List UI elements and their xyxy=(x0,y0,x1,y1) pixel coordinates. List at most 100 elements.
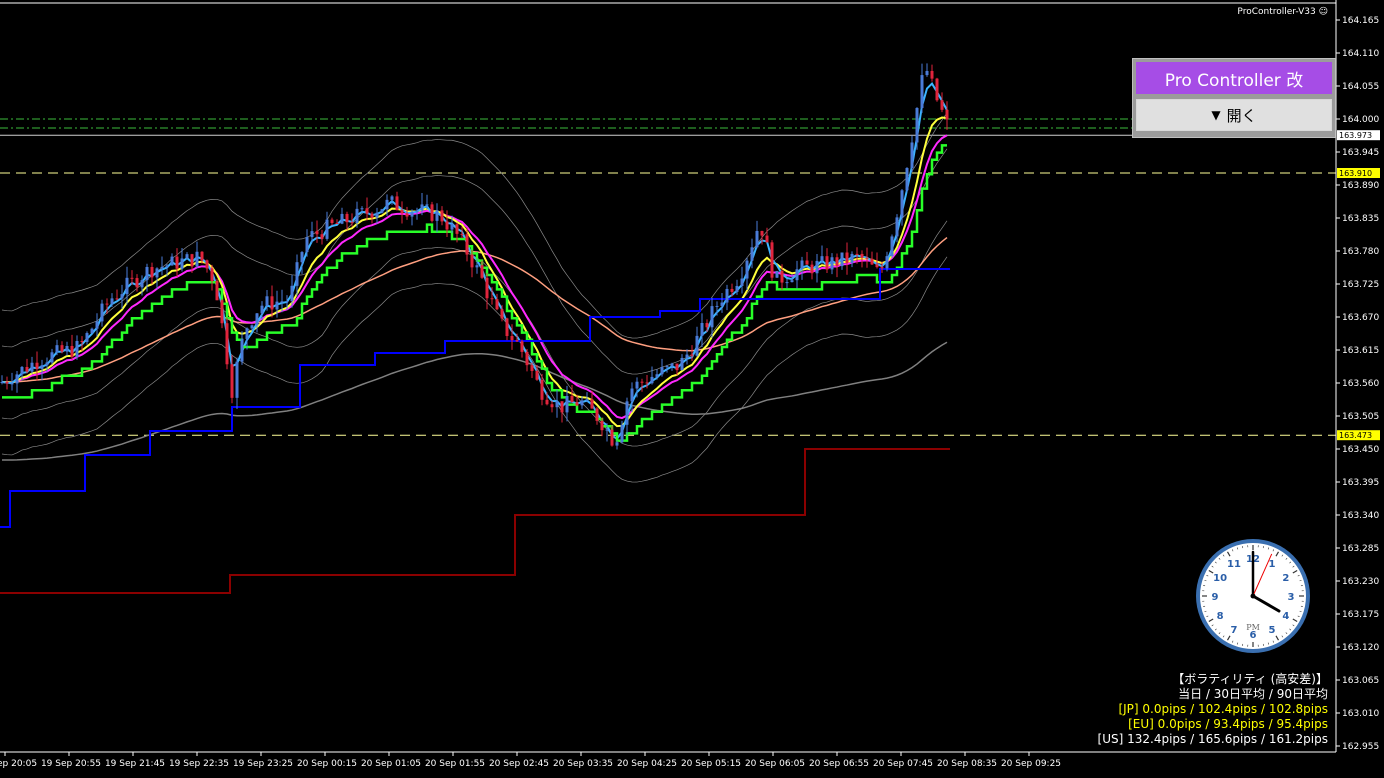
candle-body xyxy=(75,340,79,357)
candle-body xyxy=(690,354,694,356)
candle-body xyxy=(360,208,364,210)
candle-body xyxy=(445,221,449,230)
candle-body xyxy=(595,408,599,421)
price-tick-label: 163.120 xyxy=(1342,643,1379,653)
candle-body xyxy=(845,252,849,263)
candle-body xyxy=(300,252,304,263)
price-tick-label: 163.450 xyxy=(1342,445,1379,455)
pro-controller-title[interactable]: Pro Controller 改 xyxy=(1136,62,1332,94)
candle-body xyxy=(685,354,689,358)
candle-body xyxy=(495,299,499,310)
price-tick-label: 164.000 xyxy=(1342,115,1379,125)
candle-body xyxy=(290,285,294,302)
price-tick-label: 163.395 xyxy=(1342,478,1379,488)
candle-body xyxy=(630,388,634,402)
blue-channel-line xyxy=(0,268,950,528)
time-tick-label: 20 Sep 05:15 xyxy=(681,759,741,769)
candle-body xyxy=(390,196,394,200)
price-tick-label: 164.165 xyxy=(1342,16,1379,26)
bollinger-upper-2 xyxy=(1,112,948,339)
candle-body xyxy=(230,364,234,398)
candle-body xyxy=(820,256,824,261)
candle-body xyxy=(540,379,544,400)
candle-body xyxy=(235,361,239,398)
pro-controller-panel: Pro Controller 改 ▼ 開く xyxy=(1132,58,1336,138)
volatility-panel: 【ボラティリティ (高安差)】 当日 / 30日平均 / 90日平均 [JP] … xyxy=(1098,672,1328,747)
candle-body xyxy=(895,217,899,237)
candle-body xyxy=(850,253,854,263)
candle-body xyxy=(45,362,49,366)
candle-body xyxy=(340,213,344,224)
candle-body xyxy=(675,363,679,371)
candle-body xyxy=(775,271,779,278)
candle-body xyxy=(585,399,589,401)
candle-body xyxy=(30,362,34,372)
candle-body xyxy=(120,294,124,299)
candle-body xyxy=(160,266,164,269)
price-tick-label: 163.560 xyxy=(1342,379,1379,389)
candle-body xyxy=(735,285,739,292)
candle-body xyxy=(150,266,154,278)
candle-body xyxy=(245,328,249,339)
candle-body xyxy=(455,224,459,234)
candle-body xyxy=(915,108,919,143)
candle-body xyxy=(205,260,209,269)
volatility-header: 当日 / 30日平均 / 90日平均 xyxy=(1178,687,1328,701)
pro-controller-title-text: Pro Controller 改 xyxy=(1164,70,1304,91)
candle-body xyxy=(620,424,624,443)
candle-body xyxy=(725,288,729,303)
candle-body xyxy=(885,256,889,269)
volatility-eu: [EU] 0.0pips / 93.4pips / 95.4pips xyxy=(1128,717,1328,731)
candle-body xyxy=(395,196,399,211)
price-tick-label: 163.890 xyxy=(1342,181,1379,191)
candle-body xyxy=(830,257,834,270)
candle-body xyxy=(770,242,774,278)
indicator-lines xyxy=(0,81,1336,594)
candle-body xyxy=(665,366,669,368)
candle-body xyxy=(365,208,369,214)
candle-body xyxy=(35,362,39,369)
open-button[interactable]: ▼ 開く xyxy=(1136,99,1332,131)
candle-body xyxy=(400,210,404,214)
candle-body xyxy=(10,383,14,385)
time-tick-label: 20 Sep 04:25 xyxy=(617,759,677,769)
price-tick-label: 164.110 xyxy=(1342,49,1379,59)
upper-line-price-label: 163.910 xyxy=(1339,169,1372,178)
candle-body xyxy=(250,325,254,329)
candle-body xyxy=(420,204,424,211)
candle-body xyxy=(130,277,134,279)
candle-body xyxy=(240,338,244,362)
candle-body xyxy=(485,277,489,299)
time-tick-label: 19 Sep 20:55 xyxy=(41,759,101,769)
candle-body xyxy=(310,231,314,238)
candle-body xyxy=(40,365,44,369)
ea-title: ProController-V33 ☺ xyxy=(1237,7,1328,17)
candle-body xyxy=(295,262,299,286)
ma-fast-line xyxy=(1,81,948,441)
candle-body xyxy=(195,251,199,267)
candle-body xyxy=(825,256,829,270)
candle-body xyxy=(550,404,554,408)
clock-center xyxy=(1250,593,1256,599)
candle-body xyxy=(65,345,69,352)
candle-body xyxy=(425,204,429,206)
price-tick-label: 162.955 xyxy=(1342,742,1379,752)
candle-body xyxy=(795,269,799,281)
candle-body xyxy=(500,309,504,319)
price-tick-label: 163.615 xyxy=(1342,346,1379,356)
candle-body xyxy=(435,210,439,221)
ma-magenta-line xyxy=(1,134,948,420)
volatility-us: [US] 132.4pips / 165.6pips / 161.2pips xyxy=(1097,732,1328,746)
candle-body xyxy=(480,265,484,278)
candle-body xyxy=(325,219,329,239)
candle-body xyxy=(890,236,894,257)
time-tick-label: 19 Sep 22:35 xyxy=(169,759,229,769)
candle-body xyxy=(140,280,144,288)
analog-clock: 121234567891011 PM xyxy=(1196,539,1310,653)
candle-body xyxy=(945,109,949,120)
clock-number: 2 xyxy=(1282,573,1289,584)
candle-body xyxy=(275,301,279,310)
clock-number: 1 xyxy=(1269,559,1276,570)
candle-body xyxy=(280,301,284,303)
candle-body xyxy=(440,210,444,222)
